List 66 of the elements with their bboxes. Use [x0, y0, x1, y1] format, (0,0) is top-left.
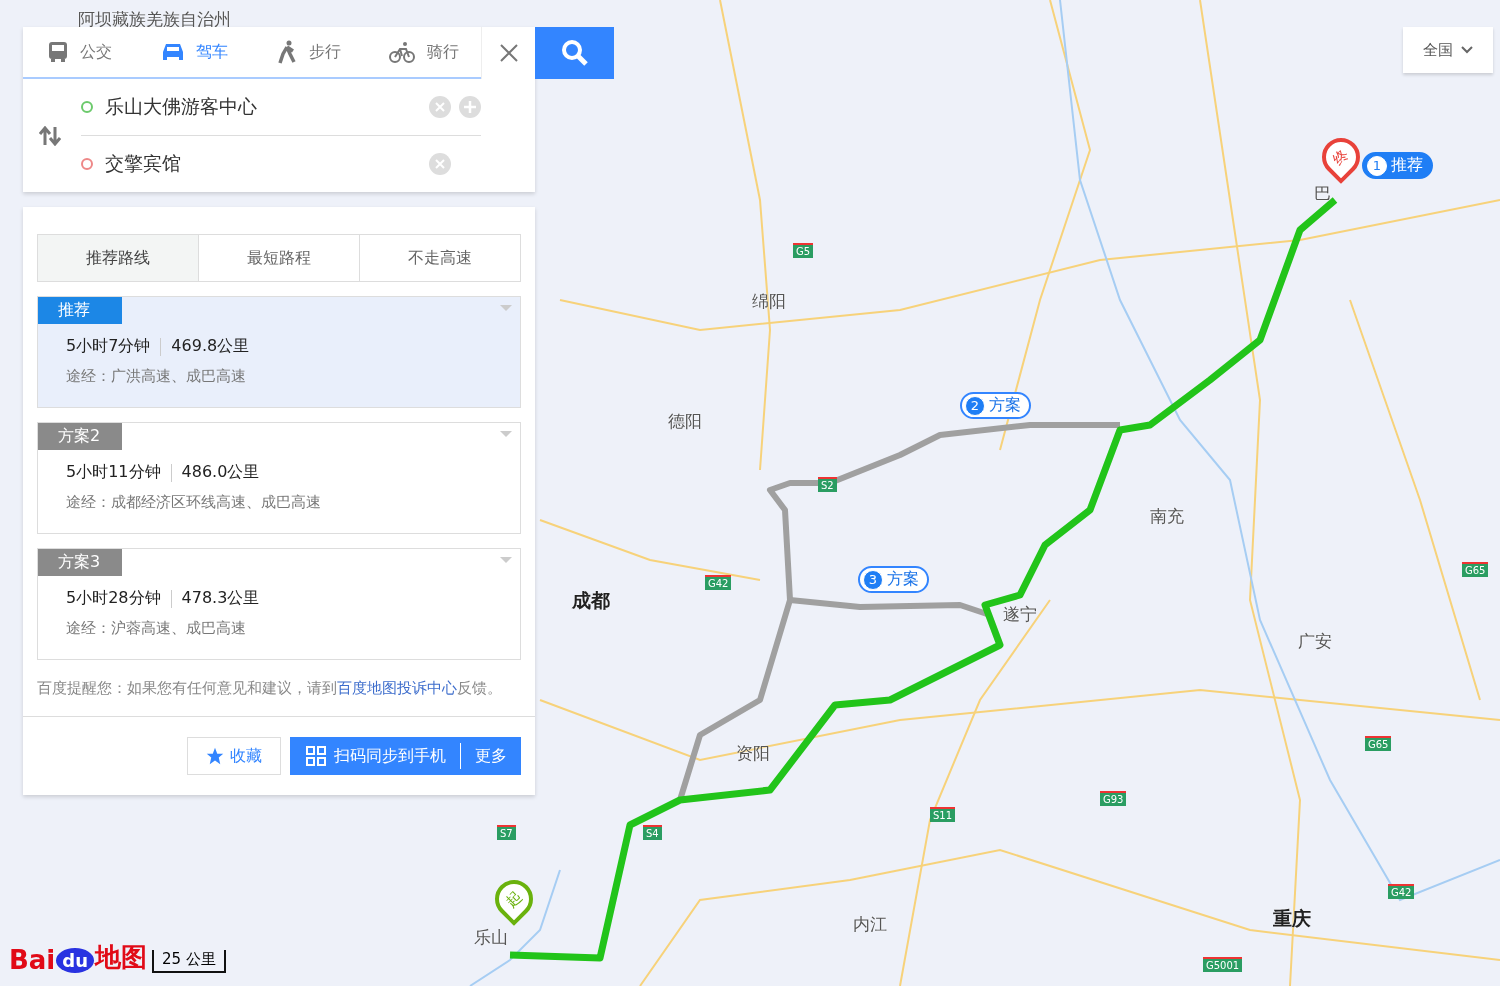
place-label: 南充 [1150, 505, 1184, 528]
chevron-down-icon [1461, 46, 1473, 54]
bicycle-icon [388, 41, 415, 63]
route-badge: 推荐 [38, 297, 122, 324]
mode-tab[interactable]: 步行 [252, 27, 367, 77]
route-via: 途经：广洪高速、成巴高速 [66, 367, 247, 386]
road-shield: S11 [930, 807, 956, 822]
feedback-notice: 百度提醒您：如果您有任何意见和建议，请到百度地图投诉中心反馈。 [37, 678, 503, 699]
place-label: 成都 [572, 588, 610, 613]
route-badge: 方案3 [38, 549, 122, 576]
add-icon[interactable] [459, 96, 481, 118]
road-shield: S7 [497, 825, 516, 840]
star-icon [206, 747, 224, 765]
road-shield: G93 [1100, 791, 1127, 806]
search-icon [560, 39, 589, 67]
route-option[interactable]: 推荐 5小时7分钟 469.8公里 途经：广洪高速、成巴高速 [37, 296, 521, 408]
route-distance: 469.8公里 [171, 336, 250, 357]
route-duration: 5小时7分钟 [66, 336, 151, 357]
route-via: 途经：成都经济区环线高速、成巴高速 [66, 493, 322, 512]
route-option[interactable]: 方案3 5小时28分钟 478.3公里 途经：沪蓉高速、成巴高速 [37, 548, 521, 660]
car-icon [161, 42, 184, 62]
clear-icon[interactable] [429, 153, 451, 175]
route-callout[interactable]: 3 方案 [858, 566, 929, 593]
baidu-logo: Bai du 地图 [9, 941, 147, 975]
route-duration: 5小时11分钟 [66, 462, 161, 483]
place-label: 乐山 [474, 926, 508, 949]
start-field[interactable]: 乐山大佛游客中心 [81, 79, 481, 135]
end-point-icon [81, 158, 93, 170]
road-shield: G65 [1462, 562, 1489, 577]
clear-icon[interactable] [429, 96, 451, 118]
route-option[interactable]: 方案2 5小时11分钟 486.0公里 途经：成都经济区环线高速、成巴高速 [37, 422, 521, 534]
end-field[interactable]: 交擎宾馆 [81, 135, 481, 192]
caret-icon[interactable] [500, 557, 512, 564]
place-label: 广安 [1298, 630, 1332, 653]
route-duration: 5小时28分钟 [66, 588, 161, 609]
route-distance: 486.0公里 [181, 462, 260, 483]
road-shield: G5 [793, 243, 814, 258]
place-label: 德阳 [668, 410, 702, 433]
swap-icon[interactable] [39, 125, 61, 146]
strategy-tab[interactable]: 推荐路线 [38, 235, 198, 281]
search-button[interactable] [535, 27, 614, 79]
qr-code-icon [306, 746, 326, 766]
route-badge: 方案2 [38, 423, 122, 450]
place-label: 内江 [853, 913, 887, 936]
favorite-button[interactable]: 收藏 [187, 737, 281, 775]
route-callout[interactable]: 1 推荐 [1362, 152, 1433, 179]
route-callout[interactable]: 2 方案 [960, 392, 1031, 419]
road-shield: G42 [705, 575, 732, 590]
walking-person-icon [277, 40, 298, 64]
road-shield: S4 [643, 825, 662, 840]
region-selector[interactable]: 全国 [1403, 27, 1493, 73]
road-shield: G5001 [1203, 957, 1243, 972]
mode-tab[interactable]: 骑行 [366, 27, 481, 77]
place-label: 巴 [1314, 182, 1331, 205]
bus-icon [48, 41, 69, 63]
map-scale: 25 公里 [152, 950, 226, 973]
road-shield: G42 [1388, 884, 1415, 899]
caret-icon[interactable] [500, 305, 512, 312]
place-label: 遂宁 [1003, 603, 1037, 626]
route-via: 途经：沪蓉高速、成巴高速 [66, 619, 247, 638]
road-shield: S2 [818, 477, 837, 492]
route-distance: 478.3公里 [181, 588, 260, 609]
start-point-icon [81, 101, 93, 113]
road-shield: G65 [1365, 736, 1392, 751]
complaint-center-link[interactable]: 百度地图投诉中心 [337, 679, 457, 697]
caret-icon[interactable] [500, 431, 512, 438]
